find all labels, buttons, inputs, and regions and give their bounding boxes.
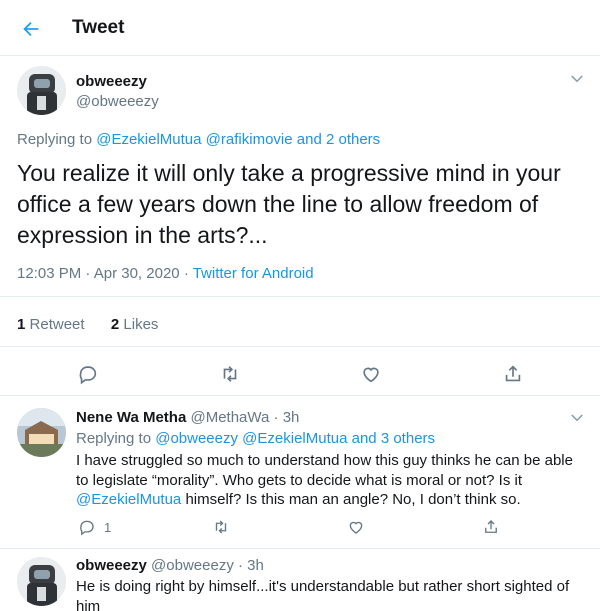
divider xyxy=(0,395,600,396)
reply-header: Nene Wa Metha @MethaWa · 3h xyxy=(76,409,299,426)
back-arrow-icon xyxy=(23,21,39,37)
divider xyxy=(0,346,600,347)
replying-others-link[interactable]: 3 others xyxy=(381,430,435,447)
share-button[interactable] xyxy=(502,363,524,385)
replying-others-link[interactable]: 2 others xyxy=(326,131,380,148)
heart-icon xyxy=(349,521,363,534)
top-bar: Tweet xyxy=(0,0,600,56)
chevron-down-icon xyxy=(571,414,583,422)
divider xyxy=(0,296,600,297)
reply-count: 1 xyxy=(104,519,112,535)
retweet-icon xyxy=(215,520,227,534)
tweet-date[interactable]: Apr 30, 2020 xyxy=(94,265,180,282)
reply-text: He is doing right by himself...it's unde… xyxy=(76,578,570,611)
replying-and: and xyxy=(351,430,377,447)
share-icon xyxy=(505,365,521,382)
retweet-icon xyxy=(223,366,237,382)
replying-prefix: Replying to xyxy=(17,131,93,148)
retweet-count: 1 xyxy=(17,316,26,333)
reply-icon xyxy=(79,366,97,385)
like-button[interactable] xyxy=(347,517,365,537)
tweet-time[interactable]: 12:03 PM xyxy=(17,265,81,282)
avatar-image xyxy=(17,66,66,115)
tweet-menu-button[interactable] xyxy=(568,70,586,88)
tweet-meta: 12:03 PM · Apr 30, 2020 · Twitter for An… xyxy=(17,265,314,282)
author-name[interactable]: Nene Wa Metha xyxy=(76,409,186,426)
tweet-age[interactable]: 3h xyxy=(247,557,264,574)
mention-link[interactable]: @EzekielMutua xyxy=(96,131,201,148)
replying-prefix: Replying to xyxy=(76,430,152,447)
author-handle[interactable]: @obweeezy xyxy=(76,93,159,110)
retweet-button[interactable] xyxy=(219,363,241,385)
like-label: Likes xyxy=(123,316,159,333)
avatar-image xyxy=(17,408,66,457)
like-count: 2 xyxy=(110,316,120,333)
heart-icon xyxy=(363,367,379,383)
avatar[interactable] xyxy=(17,408,66,457)
page-title: Tweet xyxy=(72,17,125,38)
like-button[interactable] xyxy=(360,363,382,385)
reply-text-part: himself? Is this man an angle? No, I don… xyxy=(181,491,521,508)
meta-separator: · xyxy=(183,265,189,282)
reply-text-part: I have struggled so much to understand h… xyxy=(76,452,573,489)
tweet-stats: 1 Retweet 2 Likes xyxy=(17,316,158,333)
retweet-stat[interactable]: 1 Retweet xyxy=(17,316,85,333)
retweet-label: Retweet xyxy=(29,316,85,333)
back-button[interactable] xyxy=(18,16,44,42)
replying-to: Replying to @EzekielMutua @rafikimovie a… xyxy=(17,131,380,148)
tweet-source[interactable]: Twitter for Android xyxy=(193,265,314,282)
author-handle[interactable]: @obweeezy xyxy=(151,557,234,574)
reply-button[interactable] xyxy=(77,363,99,385)
avatar-image xyxy=(17,557,66,606)
mention-link[interactable]: @rafikimovie xyxy=(206,131,293,148)
tweet-text: You realize it will only take a progress… xyxy=(17,160,561,248)
avatar[interactable] xyxy=(17,557,66,606)
retweet-button[interactable] xyxy=(212,517,230,537)
reply-button[interactable]: 1 xyxy=(78,517,111,537)
replying-to: Replying to @obweeezy @EzekielMutua and … xyxy=(76,430,435,447)
reply-text: I have struggled so much to understand h… xyxy=(76,451,584,510)
replying-and: and xyxy=(296,131,322,148)
tweet-age[interactable]: 3h xyxy=(283,409,300,426)
share-icon xyxy=(485,520,497,533)
mention-link[interactable]: @EzekielMutua xyxy=(242,430,347,447)
mention-link[interactable]: @EzekielMutua xyxy=(76,491,181,508)
tweet-menu-button[interactable] xyxy=(568,409,586,427)
avatar[interactable] xyxy=(17,66,66,115)
header-separator: · xyxy=(273,409,279,426)
mention-link[interactable]: @obweeezy xyxy=(155,430,238,447)
author-handle[interactable]: @MethaWa xyxy=(190,409,269,426)
reply-header: obweeezy @obweeezy · 3h xyxy=(76,557,264,574)
author-name[interactable]: obweeezy xyxy=(76,73,147,90)
divider xyxy=(0,548,600,549)
like-stat[interactable]: 2 Likes xyxy=(111,316,159,333)
header-separator: · xyxy=(238,557,243,574)
author-name[interactable]: obweeezy xyxy=(76,557,147,574)
share-button[interactable] xyxy=(482,517,500,537)
reply-icon xyxy=(80,520,94,536)
meta-separator: · xyxy=(85,265,91,282)
chevron-down-icon xyxy=(571,75,583,83)
